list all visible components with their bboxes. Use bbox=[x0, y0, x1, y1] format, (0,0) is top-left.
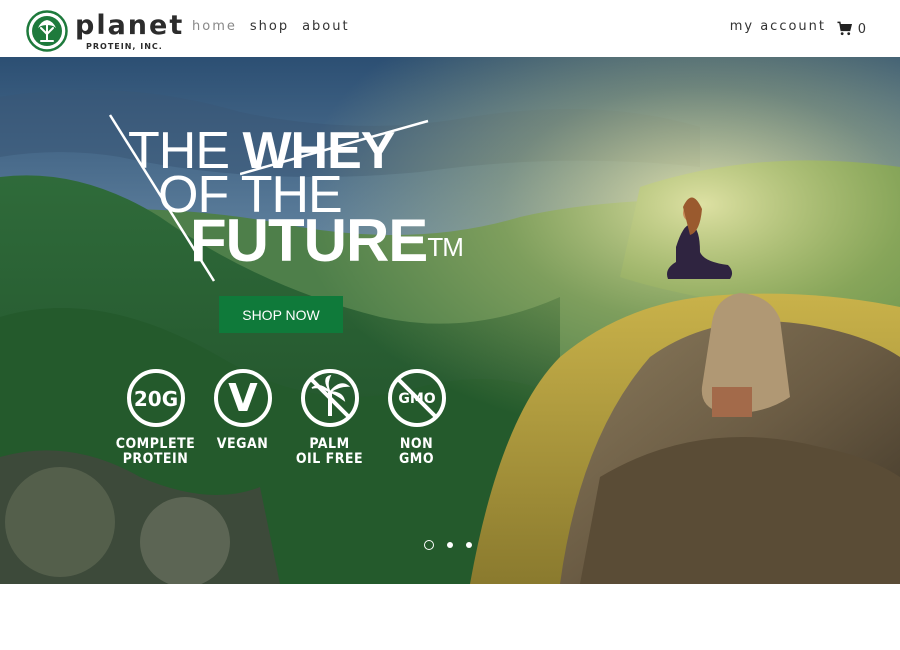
badge-symbol-20g: 20G bbox=[133, 387, 177, 411]
shop-now-button[interactable]: SHOP NOW bbox=[219, 296, 343, 333]
nav-home-link[interactable]: home bbox=[192, 19, 237, 34]
brand-logo[interactable]: planet PROTEIN, INC. bbox=[26, 9, 184, 53]
product-badges: 20G COMPLETE PROTEIN V VEGAN PALM OIL FR… bbox=[112, 368, 460, 467]
nav-shop-link[interactable]: shop bbox=[250, 19, 289, 34]
badge-label: COMPLETE PROTEIN bbox=[115, 436, 196, 467]
20g-icon: 20G bbox=[126, 369, 185, 427]
badge-complete-protein: 20G COMPLETE PROTEIN bbox=[112, 368, 199, 467]
brand-subtitle: PROTEIN, INC. bbox=[86, 41, 163, 51]
badge-label: NON GMO bbox=[398, 436, 435, 467]
whey-strike-line bbox=[240, 119, 429, 176]
badge-label: VEGAN bbox=[216, 436, 269, 452]
tree-logo-icon bbox=[26, 10, 68, 52]
site-header: planet PROTEIN, INC. home shop about my … bbox=[0, 0, 900, 57]
slide-dot-1[interactable] bbox=[424, 540, 434, 550]
slider-dots bbox=[424, 540, 472, 550]
cart-count: 0 bbox=[857, 22, 866, 37]
badge-palm-oil-free: PALM OIL FREE bbox=[286, 368, 373, 467]
shopping-cart-icon bbox=[837, 21, 852, 35]
vegan-v-icon: V bbox=[213, 369, 272, 427]
trademark-mark: TM bbox=[427, 232, 464, 262]
cart-button[interactable]: 0 bbox=[837, 19, 866, 37]
gmo-crossed-icon: GMO bbox=[387, 369, 446, 427]
badge-vegan: V VEGAN bbox=[199, 368, 286, 467]
nav-about-link[interactable]: about bbox=[302, 19, 350, 34]
main-nav: home shop about bbox=[192, 19, 350, 34]
badge-label: PALM OIL FREE bbox=[295, 436, 364, 467]
brand-name: planet bbox=[75, 9, 185, 41]
my-account-link[interactable]: my account bbox=[730, 19, 826, 34]
hero-banner: THE WHEY OF THE FUTURETM SHOP NOW 20G CO… bbox=[0, 57, 900, 584]
headline-future: FUTURE bbox=[190, 207, 428, 274]
slide-dot-3[interactable] bbox=[466, 542, 472, 548]
palm-tree-crossed-icon bbox=[300, 369, 359, 427]
slide-dot-2[interactable] bbox=[447, 542, 453, 548]
badge-non-gmo: GMO NON GMO bbox=[373, 368, 460, 467]
hero-headline: THE WHEY OF THE FUTURETM bbox=[128, 119, 468, 271]
badge-symbol-v: V bbox=[228, 376, 258, 420]
